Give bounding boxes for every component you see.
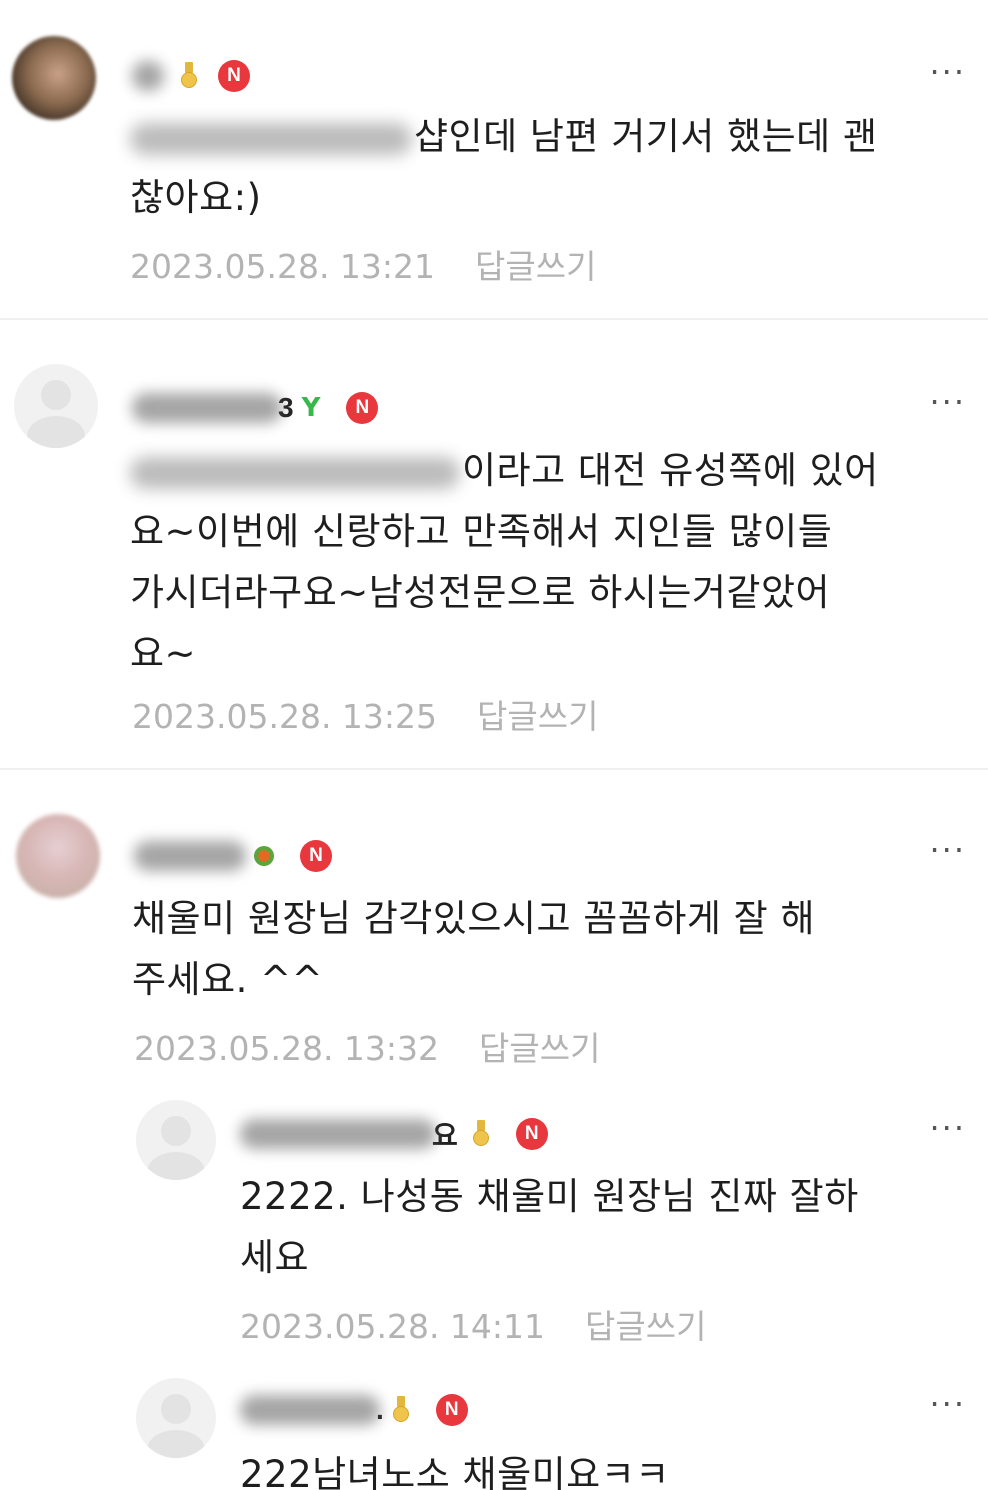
medal-icon bbox=[180, 62, 198, 90]
divider bbox=[0, 768, 988, 770]
comment-meta: 2023.05.28. 13:32 답글쓰기 bbox=[134, 1022, 600, 1070]
more-options-icon[interactable]: ··· bbox=[929, 1388, 966, 1420]
reply-button[interactable]: 답글쓰기 bbox=[477, 697, 598, 736]
author-nickname-redacted[interactable] bbox=[240, 1395, 380, 1425]
flower-icon bbox=[254, 846, 274, 866]
new-badge: N bbox=[300, 840, 332, 872]
avatar[interactable] bbox=[136, 1100, 216, 1180]
redacted-text bbox=[130, 122, 412, 155]
avatar[interactable] bbox=[136, 1378, 216, 1458]
author-row: 요 N bbox=[240, 1114, 548, 1154]
reply-button[interactable]: 답글쓰기 bbox=[479, 1029, 600, 1068]
comment-meta: 2023.05.28. 13:21 답글쓰기 bbox=[130, 240, 596, 288]
author-row: N bbox=[134, 836, 332, 876]
avatar[interactable] bbox=[14, 364, 98, 448]
author-nickname-redacted[interactable] bbox=[240, 1119, 436, 1149]
new-badge: N bbox=[515, 1118, 548, 1150]
comment-meta: 2023.05.28. 14:11 답글쓰기 bbox=[240, 1300, 706, 1348]
redacted-text bbox=[130, 456, 460, 489]
medal-icon bbox=[392, 1396, 410, 1424]
comment-text: 이라고 대전 유성쪽에 있어 요~이번에 신랑하고 만족해서 지인들 많이들 가… bbox=[130, 449, 879, 675]
author-row: N bbox=[132, 56, 250, 96]
avatar[interactable] bbox=[12, 36, 96, 120]
comment-date: 2023.05.28. 13:32 bbox=[134, 1029, 440, 1068]
avatar[interactable] bbox=[16, 814, 100, 898]
more-options-icon[interactable]: ··· bbox=[929, 56, 966, 88]
new-badge: N bbox=[435, 1394, 468, 1426]
comment-date: 2023.05.28. 14:11 bbox=[240, 1307, 546, 1346]
author-row: 3 Y N bbox=[132, 388, 379, 428]
comment-date: 2023.05.28. 13:25 bbox=[132, 697, 438, 736]
author-row: . N bbox=[240, 1390, 468, 1430]
author-nickname-redacted[interactable] bbox=[132, 61, 164, 91]
sprout-icon: Y bbox=[301, 393, 321, 423]
more-options-icon[interactable]: ··· bbox=[929, 834, 966, 866]
more-options-icon[interactable]: ··· bbox=[929, 1112, 966, 1144]
more-options-icon[interactable]: ··· bbox=[929, 386, 966, 418]
comment-date: 2023.05.28. 13:21 bbox=[130, 247, 436, 286]
author-nickname-redacted[interactable] bbox=[134, 841, 246, 871]
comment-text: 2222. 나성동 채울미 원장님 진짜 잘하 세요 bbox=[240, 1175, 859, 1279]
comment-text: 222남녀노소 채울미요ㅋㅋ bbox=[240, 1453, 670, 1490]
comment-list: N ··· 샵인데 남편 거기서 했는데 괜 찮아요:) 2023.05.28.… bbox=[0, 0, 988, 1490]
author-nickname-redacted[interactable] bbox=[132, 393, 282, 423]
comment-meta: 2023.05.28. 13:25 답글쓰기 bbox=[132, 690, 598, 738]
comment-text: 샵인데 남편 거기서 했는데 괜 찮아요:) bbox=[130, 115, 878, 219]
reply-button[interactable]: 답글쓰기 bbox=[475, 247, 596, 286]
new-badge: N bbox=[346, 392, 379, 424]
divider bbox=[0, 318, 988, 320]
medal-icon bbox=[472, 1120, 490, 1148]
new-badge: N bbox=[218, 60, 250, 92]
comment-text: 채울미 원장님 감각있으시고 꼼꼼하게 잘 해 주세요. ^^ bbox=[132, 897, 816, 1001]
reply-button[interactable]: 답글쓰기 bbox=[585, 1307, 706, 1346]
